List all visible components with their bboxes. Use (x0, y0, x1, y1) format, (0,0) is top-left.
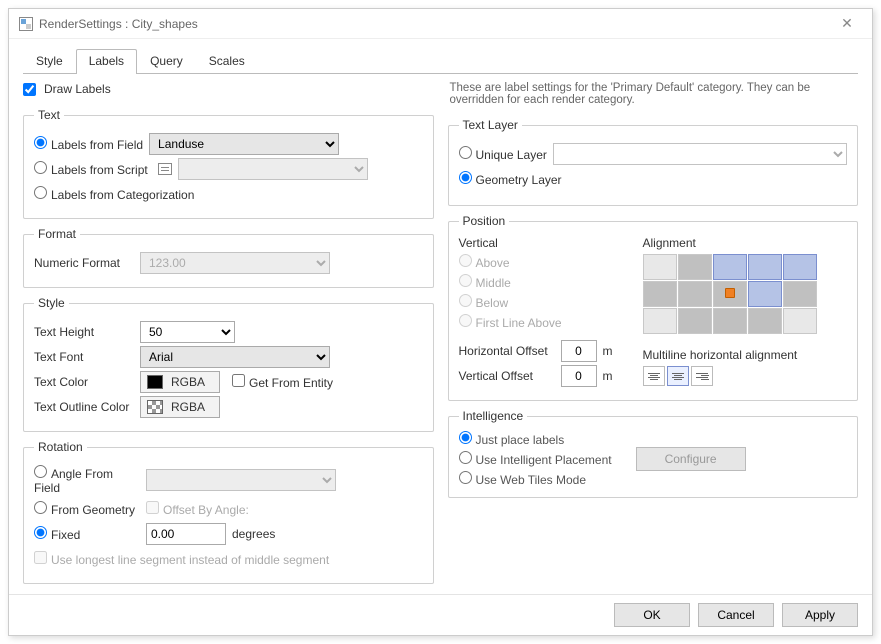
intelligent-placement-radio[interactable] (459, 451, 472, 464)
vertical-middle-radio (459, 274, 472, 287)
text-group: Text Labels from Field Landuse Labels fr… (23, 108, 434, 219)
style-group: Style Text Height 50 Text Font Arial (23, 296, 434, 432)
draw-labels-checkbox[interactable] (23, 83, 36, 96)
tab-style[interactable]: Style (23, 49, 76, 73)
fixed-radio[interactable] (34, 526, 47, 539)
text-height-select[interactable]: 50 (140, 321, 235, 343)
web-tiles-radio[interactable] (459, 471, 472, 484)
multiline-align-group (643, 366, 817, 386)
fixed-angle-input[interactable] (146, 523, 226, 545)
geometry-layer-radio[interactable] (459, 171, 472, 184)
vertical-above-radio (459, 254, 472, 267)
close-icon[interactable]: ✕ (832, 15, 862, 32)
outline-color-swatch (147, 400, 163, 414)
text-layer-group: Text Layer Unique Layer Geometry Layer (448, 118, 859, 206)
from-geometry-radio[interactable] (34, 501, 47, 514)
apply-button[interactable]: Apply (782, 603, 858, 627)
alignment-anchor-icon (725, 288, 735, 298)
tab-query[interactable]: Query (137, 49, 196, 73)
script-icon[interactable] (158, 163, 172, 175)
vertical-offset-input[interactable] (561, 365, 597, 387)
position-group: Position Vertical Above Middle Below Fir… (448, 214, 859, 401)
alignment-grid[interactable] (643, 254, 817, 334)
tab-scales[interactable]: Scales (196, 49, 258, 73)
titlebar: RenderSettings : City_shapes ✕ (9, 9, 872, 39)
labels-from-script-radio[interactable] (34, 161, 47, 174)
labels-from-field-radio[interactable] (34, 136, 47, 149)
multiline-right-button[interactable] (691, 366, 713, 386)
draw-labels-label: Draw Labels (44, 82, 111, 96)
intelligence-group: Intelligence Just place labels Use Intel… (448, 409, 859, 498)
unique-layer-radio[interactable] (459, 146, 472, 159)
unique-layer-select[interactable] (553, 143, 847, 165)
dialog-footer: OK Cancel Apply (9, 594, 872, 635)
multiline-center-button[interactable] (667, 366, 689, 386)
ok-button[interactable]: OK (614, 603, 690, 627)
angle-from-field-radio[interactable] (34, 465, 47, 478)
numeric-format-select[interactable]: 123.00 (140, 252, 330, 274)
text-color-button[interactable]: RGBA (140, 371, 220, 393)
app-icon (19, 17, 33, 31)
configure-button: Configure (636, 447, 746, 471)
rotation-group: Rotation Angle From Field From Geometry … (23, 440, 434, 584)
tab-labels[interactable]: Labels (76, 49, 137, 74)
horizontal-offset-input[interactable] (561, 340, 597, 362)
outline-color-button[interactable]: RGBA (140, 396, 220, 418)
longest-segment-checkbox (34, 551, 47, 564)
offset-by-angle-checkbox (146, 501, 159, 514)
multiline-left-button[interactable] (643, 366, 665, 386)
cancel-button[interactable]: Cancel (698, 603, 774, 627)
labels-from-categorization-radio[interactable] (34, 186, 47, 199)
just-place-radio[interactable] (459, 431, 472, 444)
angle-field-select[interactable] (146, 469, 336, 491)
tab-bar: Style Labels Query Scales (23, 49, 858, 74)
vertical-below-radio (459, 294, 472, 307)
render-settings-dialog: RenderSettings : City_shapes ✕ Style Lab… (8, 8, 873, 636)
text-color-swatch (147, 375, 163, 389)
labels-field-select[interactable]: Landuse (149, 133, 339, 155)
window-title: RenderSettings : City_shapes (39, 17, 198, 31)
labels-script-select[interactable] (178, 158, 368, 180)
vertical-firstline-radio (459, 314, 472, 327)
description-text: These are label settings for the 'Primar… (448, 82, 859, 110)
format-group: Format Numeric Format 123.00 (23, 227, 434, 288)
get-from-entity-checkbox[interactable] (232, 374, 245, 387)
text-font-select[interactable]: Arial (140, 346, 330, 368)
